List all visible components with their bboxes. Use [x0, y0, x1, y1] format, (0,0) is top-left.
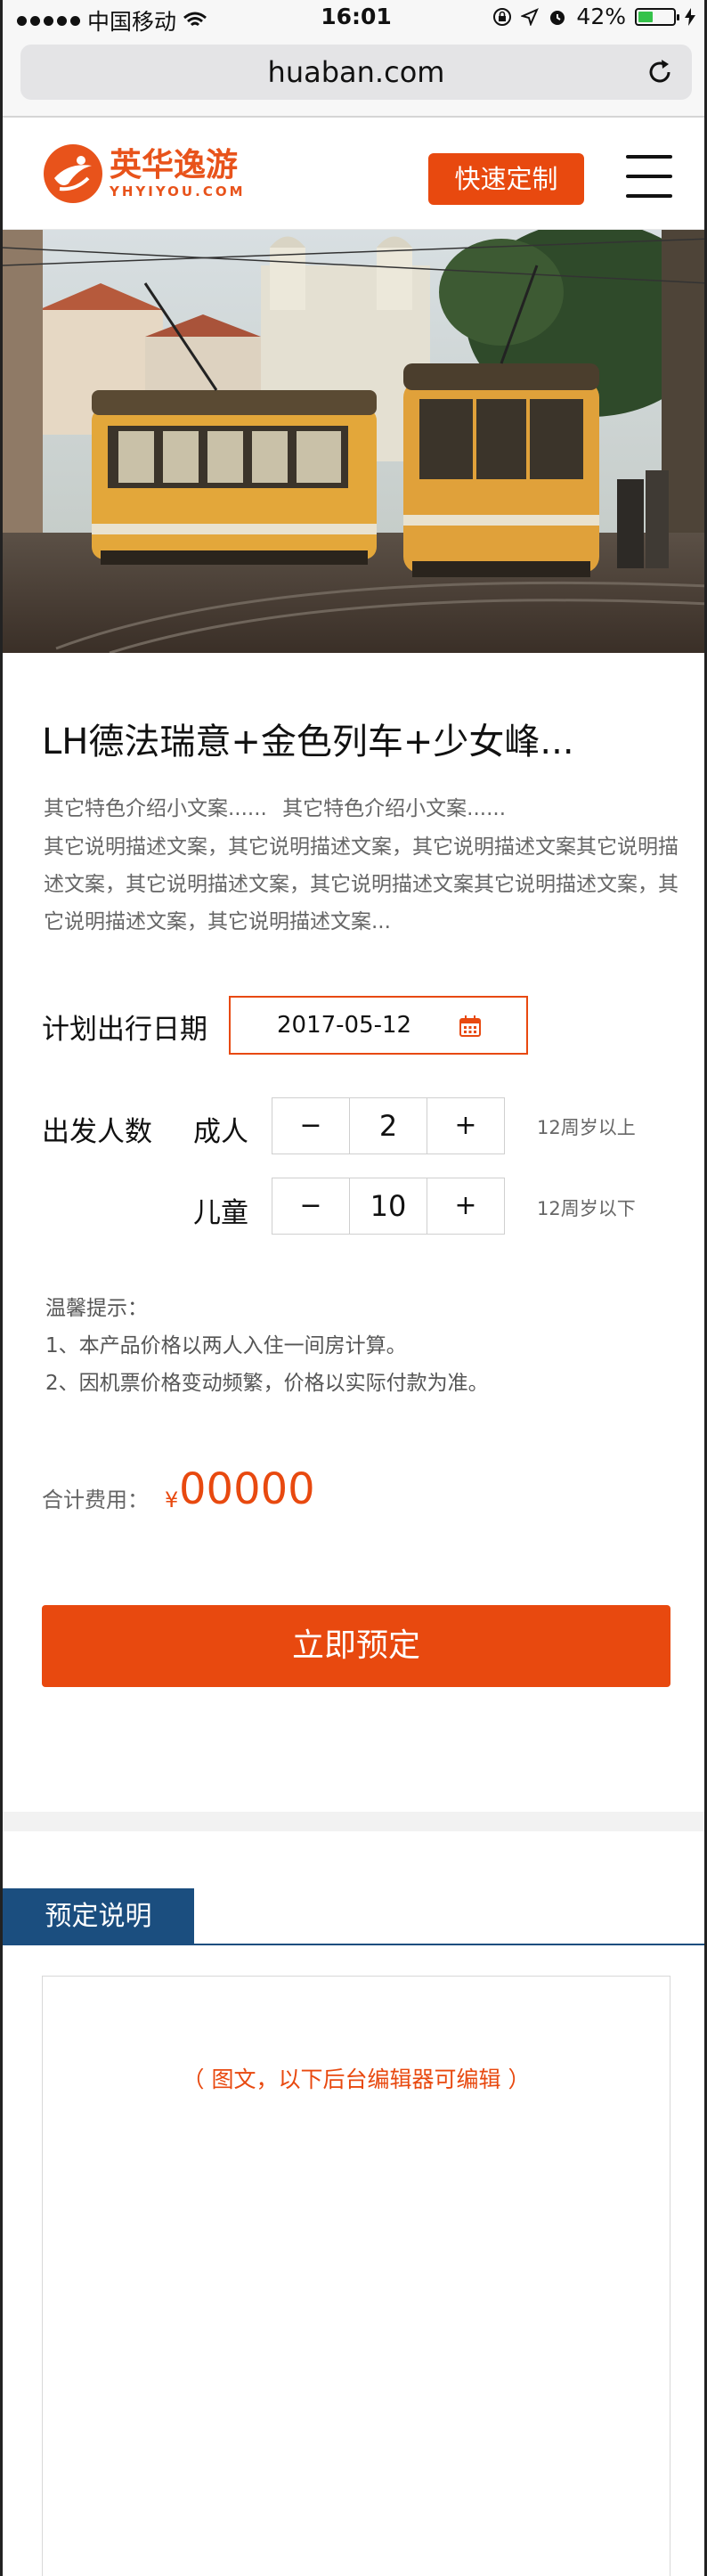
product-description: 其它说明描述文案，其它说明描述文案，其它说明描述文案其它说明描述文案，其它说明描…	[44, 836, 679, 933]
tips-line-1: 1、本产品价格以两人入住一间房计算。	[45, 1334, 407, 1357]
tram-photo	[3, 230, 704, 653]
section-divider	[3, 1812, 704, 1831]
logo-mark-icon	[44, 144, 102, 203]
adult-label: 成人	[193, 1116, 248, 1148]
address-bar[interactable]: huaban.com	[20, 45, 692, 100]
menu-icon[interactable]	[626, 155, 672, 198]
child-plus-button[interactable]: +	[427, 1178, 504, 1234]
book-now-button[interactable]: 立即预定	[42, 1605, 670, 1687]
people-label: 出发人数	[42, 1116, 152, 1148]
child-note: 12周岁以下	[537, 1198, 636, 1219]
product-title: LH德法瑞意+金色列车+少女峰...	[42, 721, 574, 762]
product-features: 其它特色介绍小文案...... 其它特色介绍小文案......	[44, 797, 507, 820]
currency-symbol: ¥	[165, 1488, 179, 1512]
rich-content-area: （ 图文，以下后台编辑器可编辑 ）	[42, 1976, 670, 2576]
total-price: 00000	[179, 1464, 315, 1514]
tips-line-2: 2、因机票价格变动频繁，价格以实际付款为准。	[45, 1372, 489, 1395]
charging-icon	[685, 7, 695, 26]
child-count[interactable]: 10	[349, 1178, 427, 1234]
date-label: 计划出行日期	[42, 1014, 207, 1046]
tab-booking-info[interactable]: 预定说明	[3, 1888, 194, 1945]
child-minus-button[interactable]: −	[272, 1178, 349, 1234]
adult-count[interactable]: 2	[349, 1098, 427, 1153]
battery-percent: 42%	[576, 4, 626, 29]
alarm-icon	[550, 10, 565, 25]
total-label: 合计费用：	[42, 1488, 149, 1512]
banner-image	[3, 230, 704, 653]
adult-note: 12周岁以上	[537, 1117, 636, 1138]
location-icon	[521, 7, 540, 26]
adult-stepper: − 2 +	[272, 1097, 505, 1154]
status-right: 42%	[492, 4, 695, 29]
date-value: 2017-05-12	[277, 1012, 412, 1039]
site-header: 英华逸游 YHYIYOU.COM 快速定制	[3, 118, 704, 230]
battery-icon	[635, 7, 679, 26]
orientation-lock-icon	[493, 7, 512, 26]
adult-minus-button[interactable]: −	[272, 1098, 349, 1153]
adult-plus-button[interactable]: +	[427, 1098, 504, 1153]
tips-block: 温馨提示： 1、本产品价格以两人入住一间房计算。 2、因机票价格变动频繁，价格以…	[45, 1290, 489, 1402]
browser-toolbar: huaban.com	[3, 36, 704, 118]
child-stepper: − 10 +	[272, 1178, 505, 1235]
page: 中国移动 16:01 42% huaban.com 英华逸游 YHYIYOU.C…	[0, 0, 707, 2576]
site-logo[interactable]: 英华逸游 YHYIYOU.COM	[42, 143, 246, 205]
date-picker[interactable]: 2017-05-12	[229, 996, 528, 1055]
calendar-icon[interactable]	[459, 1015, 482, 1038]
logo-text: 英华逸游 YHYIYOU.COM	[110, 148, 246, 200]
reload-icon[interactable]	[644, 56, 676, 88]
quick-customize-button[interactable]: 快速定制	[428, 153, 584, 205]
logo-en: YHYIYOU.COM	[110, 183, 246, 200]
logo-cn: 英华逸游	[110, 147, 239, 183]
editor-hint: （ 图文，以下后台编辑器可编辑 ）	[182, 2067, 531, 2092]
child-label: 儿童	[193, 1197, 248, 1229]
tips-title: 温馨提示：	[45, 1297, 148, 1320]
status-bar: 中国移动 16:01 42%	[3, 0, 704, 36]
url-text: huaban.com	[267, 55, 445, 89]
